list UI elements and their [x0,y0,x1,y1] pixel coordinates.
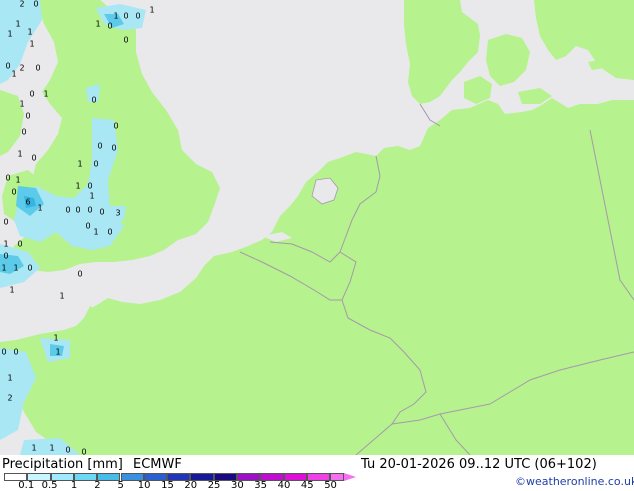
precip-value-label: 0 [5,62,10,71]
precip-value-label: 0 [81,448,86,456]
legend-swatch [97,473,121,481]
precip-value-label: 0 [21,128,26,137]
precip-value-label: 0 [25,112,30,121]
precip-value-label: 1 [15,176,20,185]
precip-value-label: 1 [9,286,14,295]
precip-value-label: 0 [91,96,96,105]
legend-arrow-tip [344,473,357,481]
precip-value-label: 1 [7,30,12,39]
precip-value-label: 0 [87,182,92,191]
precip-value-label: 1 [1,264,6,273]
precip-value-label: 0 [3,252,8,261]
precip-value-label: 1 [7,374,12,383]
precip-value-label: 1 [49,444,54,453]
precip-value-label: 0 [77,270,82,279]
precip-value-label: 0 [29,90,34,99]
precip-title: Precipitation [mm] [2,457,123,472]
precip-value-label: 1 [15,20,20,29]
precip-value-label: 0 [113,122,118,131]
precip-value-label: 0 [107,228,112,237]
precip-value-label: 0 [35,64,40,73]
credit-link[interactable]: ©weatheronline.co.uk [515,476,634,488]
precip-value-label: 3 [115,209,120,218]
precip-value-label: 1 [37,204,42,213]
precip-value-label: 0 [1,348,6,357]
precip-value-label: 0 [11,188,16,197]
precip-value-label: 1 [113,12,118,21]
precip-value-label: 0 [99,208,104,217]
precip-value-label: 0 [75,206,80,215]
precip-value-label: 1 [19,100,24,109]
precip-value-label: 1 [59,292,64,301]
precip-value-label: 0 [111,144,116,153]
precip-value-label: 2 [19,64,24,73]
precip-value-label: 1 [31,444,36,453]
precip-value-label: 0 [65,446,70,455]
precip-value-label: 1 [27,28,32,37]
precip-value-label: 1 [55,348,60,357]
precip-value-label: 1 [75,182,80,191]
precip-value-label: 1 [53,334,58,343]
precip-value-label: 1 [11,70,16,79]
precip-value-label: 1 [89,192,94,201]
precip-value-label: 0 [13,348,18,357]
valid-time: Tu 20-01-2026 09..12 UTC (06+102) [361,457,597,472]
precip-value-label: 0 [87,206,92,215]
precip-value-label: 6 [25,198,30,207]
precip-value-label: 0 [65,206,70,215]
precip-value-label: 1 [43,90,48,99]
precip-value-label: 0 [123,12,128,21]
precip-value-label: 0 [3,218,8,227]
precip-value-label: 1 [95,20,100,29]
funen [464,76,492,104]
precip-value-label: 0 [135,12,140,21]
precip-value-label: 0 [5,174,10,183]
precip-value-label: 2 [19,0,24,9]
precip-value-label: 0 [93,160,98,169]
precip-value-label: 0 [97,142,102,151]
precipitation-map: 2011001101101020101100000010100110106100… [0,0,634,455]
precip-value-label: 0 [27,264,32,273]
precip-value-label: 1 [29,40,34,49]
precip-value-label: 1 [77,160,82,169]
zealand [486,34,530,86]
precip-value-label: 2 [7,394,12,403]
model-name: ECMWF [133,457,182,472]
precip-value-label: 1 [17,150,22,159]
precip-value-label: 0 [31,154,36,163]
precip-value-label: 0 [107,22,112,31]
precip-value-label: 0 [123,36,128,45]
precip-value-label: 1 [13,264,18,273]
weather-map-page: 2011001101101020101100000010100110106100… [0,0,634,491]
sweden-coast [534,0,634,80]
precip-value-label: 1 [149,6,154,15]
map-canvas: 2 011 0 01 1 01 1010 2 010 11 00000 01 01 00 11 01061 0 0… [0,0,634,455]
precip-value-label: 0 [85,222,90,231]
precip-value-label: 1 [93,228,98,237]
precip-value-label: 1 [3,240,8,249]
precip-value-label: 0 [33,0,38,9]
precip-value-label: 0 [17,240,22,249]
